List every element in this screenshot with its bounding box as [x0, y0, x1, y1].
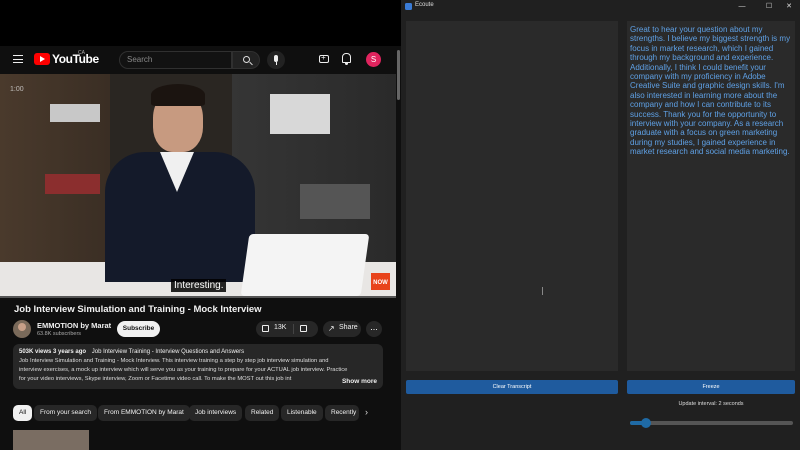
- search-input[interactable]: Search: [119, 51, 232, 69]
- related-chips-bar: All From your search From EMMOTION by Ma…: [13, 405, 383, 421]
- channel-name[interactable]: EMMOTION by Marat: [37, 321, 111, 330]
- account-avatar[interactable]: S: [366, 52, 381, 67]
- search-icon: [243, 56, 250, 63]
- chip-related[interactable]: Related: [245, 405, 280, 421]
- video-timestamp: 1:00: [10, 86, 24, 93]
- laptop: [240, 234, 370, 296]
- video-title: Job Interview Simulation and Training - …: [14, 304, 262, 315]
- menu-icon[interactable]: [13, 55, 23, 63]
- video-player[interactable]: 1:00 Interesting. NOW: [0, 74, 396, 296]
- slider-knob[interactable]: [641, 418, 651, 428]
- text-cursor: [542, 287, 543, 295]
- title-bar[interactable]: Ecoute — ☐ ✕: [401, 0, 800, 13]
- description-tags[interactable]: Job Interview Training - Interview Quest…: [92, 349, 244, 355]
- description-box[interactable]: 503K views 3 years ago Job Interview Tra…: [13, 344, 383, 389]
- chip-recently[interactable]: Recently: [325, 405, 359, 421]
- show-more-button[interactable]: Show more: [338, 378, 377, 385]
- chip-from-your-search[interactable]: From your search: [34, 405, 97, 421]
- search-button[interactable]: [232, 51, 260, 69]
- like-count[interactable]: 13K: [274, 324, 286, 331]
- youtube-logo-text[interactable]: YouTube: [52, 52, 99, 66]
- share-label: Share: [339, 324, 358, 331]
- microphone-icon[interactable]: [267, 51, 285, 69]
- youtube-logo-icon[interactable]: [34, 53, 50, 65]
- chip-listenable[interactable]: Listenable: [281, 405, 323, 421]
- book-stack: [270, 94, 330, 134]
- response-text: Great to hear your question about my str…: [630, 25, 791, 157]
- like-separator: [293, 324, 294, 334]
- video-progress-bar[interactable]: [0, 296, 396, 298]
- like-dislike-group: 13K: [256, 321, 318, 337]
- clear-transcript-button[interactable]: Clear Transcript: [406, 380, 618, 394]
- scrollbar-thumb[interactable]: [397, 50, 400, 100]
- subscriber-count: 63.8K subscribers: [37, 331, 82, 337]
- now-badge: NOW: [371, 273, 390, 290]
- upload-age: 3 years ago: [53, 349, 87, 355]
- notifications-bell-icon[interactable]: [342, 53, 351, 65]
- country-code: CA: [78, 50, 85, 56]
- maximize-button[interactable]: ☐: [758, 1, 780, 12]
- next-video-thumbnail[interactable]: [13, 430, 89, 450]
- freeze-button[interactable]: Freeze: [627, 380, 795, 394]
- share-button[interactable]: ↗ Share: [323, 321, 361, 337]
- update-interval-label: Update interval: 2 seconds: [678, 401, 744, 407]
- like-icon[interactable]: [262, 325, 269, 332]
- youtube-header: YouTube CA Search S: [0, 46, 396, 74]
- book-stack: [45, 174, 100, 194]
- chip-from-channel[interactable]: From EMMOTION by Marat: [98, 405, 190, 421]
- chevron-right-icon[interactable]: ›: [365, 407, 368, 417]
- view-count: 503K views: [19, 349, 52, 355]
- browser-top-area: [0, 0, 401, 46]
- ecoute-window: Ecoute — ☐ ✕ Great to hear your question…: [401, 0, 800, 450]
- chip-job-interviews[interactable]: Job interviews: [189, 405, 243, 421]
- description-meta: 503K views 3 years ago Job Interview Tra…: [19, 349, 377, 355]
- close-button[interactable]: ✕: [778, 1, 800, 12]
- subscribe-button[interactable]: Subscribe: [117, 321, 160, 337]
- minimize-button[interactable]: —: [731, 1, 753, 12]
- share-icon: ↗: [328, 324, 335, 333]
- youtube-window: YouTube CA Search S 1:00 Interesting. NO…: [0, 0, 401, 450]
- video-caption: Interesting.: [171, 279, 227, 292]
- channel-avatar[interactable]: [13, 320, 31, 338]
- presenter-hair: [151, 84, 205, 106]
- window-title: Ecoute: [415, 2, 434, 8]
- app-icon: [405, 3, 412, 10]
- response-panel[interactable]: Great to hear your question about my str…: [627, 21, 795, 371]
- book-stack: [300, 184, 370, 219]
- chip-all[interactable]: All: [13, 405, 33, 421]
- search-placeholder: Search: [127, 55, 153, 64]
- description-text: Job Interview Simulation and Training - …: [19, 358, 348, 382]
- create-video-icon[interactable]: [319, 53, 329, 63]
- more-actions-button[interactable]: ...: [366, 321, 382, 337]
- transcript-panel[interactable]: [406, 21, 618, 371]
- update-interval-slider[interactable]: [630, 418, 793, 428]
- book-stack: [50, 104, 100, 122]
- dislike-icon[interactable]: [300, 325, 307, 332]
